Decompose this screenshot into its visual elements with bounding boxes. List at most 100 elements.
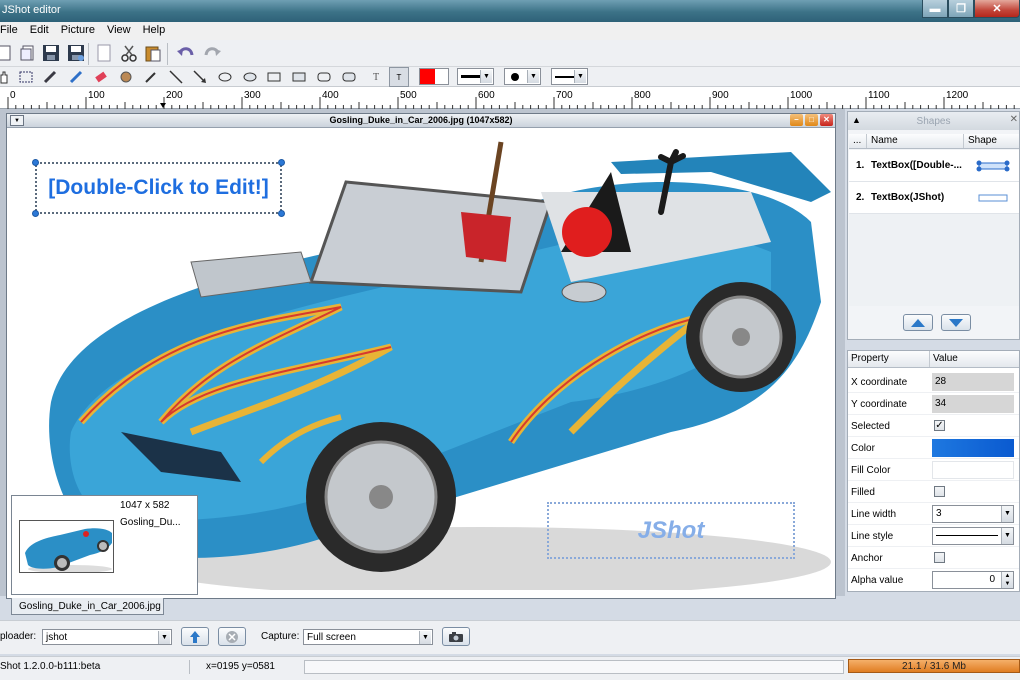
filled-ellipse-icon[interactable]: [240, 67, 260, 87]
menu-help[interactable]: Help: [137, 22, 172, 40]
fill-bucket-icon[interactable]: [116, 67, 136, 87]
image-maximize-button[interactable]: □: [805, 114, 818, 126]
ruler-label: 600: [478, 90, 495, 101]
menu-view[interactable]: View: [101, 22, 137, 40]
x-coordinate-field[interactable]: 28: [932, 373, 1014, 391]
pencil-icon[interactable]: [40, 67, 60, 87]
line-style-dropdown[interactable]: ▼: [551, 68, 588, 85]
cut-icon[interactable]: [119, 43, 139, 63]
status-coords: x=0195 y=0581: [206, 661, 275, 672]
alpha-value: 0: [989, 574, 995, 585]
shapes-panel: ▲ Shapes ✕ ... Name Shape 1. TextBox([Do…: [847, 111, 1020, 340]
ellipse-tool-icon[interactable]: [215, 67, 235, 87]
ruler-label: 200: [166, 90, 183, 101]
textbox-double-click[interactable]: [Double-Click to Edit!]: [32, 159, 285, 217]
copy-doc-icon[interactable]: [94, 43, 114, 63]
close-button[interactable]: ✕: [974, 0, 1020, 18]
col-shape[interactable]: Shape: [964, 134, 1019, 148]
textbox-jshot[interactable]: JShot: [547, 502, 795, 559]
image-close-button[interactable]: ✕: [820, 114, 833, 126]
col-property[interactable]: Property: [848, 351, 930, 367]
eyedropper-icon[interactable]: [141, 67, 161, 87]
memory-usage-bar[interactable]: 21.1 / 31.6 Mb: [848, 659, 1020, 673]
brush-icon[interactable]: [66, 67, 86, 87]
alpha-spinner[interactable]: 0 ▲ ▼: [932, 571, 1014, 589]
undo-icon[interactable]: [176, 43, 196, 63]
menu-edit[interactable]: Edit: [24, 22, 55, 40]
col-name[interactable]: Name: [867, 134, 964, 148]
save-as-icon[interactable]: [66, 43, 86, 63]
image-minimize-button[interactable]: –: [790, 114, 803, 126]
selected-checkbox[interactable]: ✓: [934, 420, 945, 431]
line-tool-icon[interactable]: [166, 67, 186, 87]
arrow-tool-icon[interactable]: [190, 67, 210, 87]
ruler-label: 800: [634, 90, 651, 101]
resize-handle-tl[interactable]: [32, 159, 39, 166]
rect-tool-icon[interactable]: [264, 67, 284, 87]
cancel-upload-button[interactable]: [218, 627, 246, 646]
color-swatch[interactable]: [419, 68, 449, 85]
document-tab[interactable]: Gosling_Duke_in_Car_2006.jpg: [11, 598, 164, 615]
capture-button[interactable]: [442, 627, 470, 646]
move-down-button[interactable]: [941, 314, 971, 331]
prop-label: X coordinate: [851, 377, 908, 388]
ruler-label: 300: [244, 90, 261, 101]
primary-color[interactable]: [420, 69, 435, 84]
anchor-checkbox[interactable]: [934, 552, 945, 563]
menu-picture[interactable]: Picture: [55, 22, 101, 40]
prop-alpha-value: Alpha value 0 ▲ ▼: [848, 569, 1019, 591]
prop-anchor: Anchor: [848, 547, 1019, 569]
window-title: JShot editor: [2, 4, 61, 16]
resize-handle-tr[interactable]: [278, 159, 285, 166]
save-icon[interactable]: [41, 43, 61, 63]
filled-checkbox[interactable]: [934, 486, 945, 497]
close-panel-icon[interactable]: ✕: [1010, 114, 1018, 125]
select-rect-icon[interactable]: [16, 67, 36, 87]
resize-handle-br[interactable]: [278, 210, 285, 217]
prop-label: Line width: [851, 509, 897, 520]
open-icon[interactable]: [18, 43, 38, 63]
shapes-panel-header: ▲ Shapes ✕: [848, 112, 1019, 130]
filled-round-rect-icon[interactable]: [339, 67, 359, 87]
filled-rect-icon[interactable]: [289, 67, 309, 87]
move-up-button[interactable]: [903, 314, 933, 331]
fill-color-swatch[interactable]: [932, 461, 1014, 479]
round-rect-icon[interactable]: [314, 67, 334, 87]
color-value-swatch[interactable]: [932, 439, 1014, 457]
ruler-label: 900: [712, 90, 729, 101]
new-icon[interactable]: [0, 43, 14, 63]
line-width-dropdown[interactable]: ▼: [457, 68, 494, 85]
minimize-button[interactable]: ▬: [922, 0, 948, 18]
resize-handle-bl[interactable]: [32, 210, 39, 217]
prop-line-width: Line width 3 ▼: [848, 503, 1019, 525]
table-row[interactable]: 1. TextBox([Double-...: [849, 150, 1019, 182]
prop-y-coordinate: Y coordinate 34: [848, 393, 1019, 415]
redo-icon[interactable]: [202, 43, 222, 63]
table-row[interactable]: 2. TextBox(JShot): [849, 182, 1019, 214]
y-coordinate-field[interactable]: 34: [932, 395, 1014, 413]
line-width-value: 3: [936, 508, 942, 519]
text-tool-icon[interactable]: T: [366, 67, 386, 87]
status-version: Shot 1.2.0.0-b111:beta: [0, 660, 190, 674]
capture-select[interactable]: Full screen ▼: [303, 629, 433, 645]
line-style-combo[interactable]: ▼: [932, 527, 1014, 545]
line-width-combo[interactable]: 3 ▼: [932, 505, 1014, 523]
status-bar: Shot 1.2.0.0-b111:beta x=0195 y=0581 21.…: [0, 656, 1020, 680]
textbox-tool-icon[interactable]: T: [389, 67, 409, 87]
paste-icon[interactable]: [143, 43, 163, 63]
row-name: TextBox(JShot): [871, 192, 945, 203]
col-index[interactable]: ...: [849, 134, 867, 148]
prop-label: Selected: [851, 421, 890, 432]
hand-tool-icon[interactable]: [0, 67, 14, 87]
uploader-select[interactable]: jshot ▼: [42, 629, 172, 645]
textbox-selected-shape-icon: [976, 160, 1010, 172]
upload-button[interactable]: [181, 627, 209, 646]
menu-file[interactable]: File: [0, 22, 24, 40]
secondary-color[interactable]: [435, 69, 448, 84]
col-value[interactable]: Value: [930, 351, 1019, 367]
prop-fill-color: Fill Color: [848, 459, 1019, 481]
point-size-dropdown[interactable]: ▼: [504, 68, 541, 85]
eraser-icon[interactable]: [91, 67, 111, 87]
prop-label: Filled: [851, 487, 875, 498]
maximize-button[interactable]: ❐: [948, 0, 974, 18]
